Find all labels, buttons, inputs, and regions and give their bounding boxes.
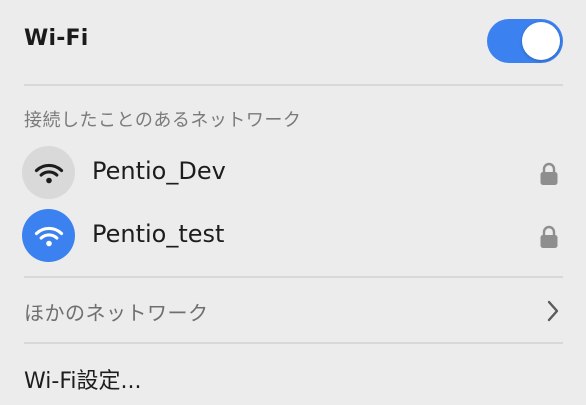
other-networks-item[interactable]: ほかのネットワーク	[0, 288, 586, 334]
lock-icon	[540, 225, 558, 248]
divider	[24, 276, 563, 278]
network-name: Pentio_test	[92, 220, 225, 248]
divider	[24, 84, 563, 86]
wifi-icon	[22, 209, 75, 262]
wifi-settings-label: Wi-Fi設定...	[24, 369, 142, 394]
wifi-title: Wi-Fi	[24, 26, 89, 51]
toggle-knob	[522, 22, 560, 60]
network-item-pentio-dev[interactable]: Pentio_Dev	[0, 143, 586, 203]
chevron-right-icon	[547, 300, 559, 322]
wifi-icon	[22, 146, 75, 199]
divider	[24, 342, 563, 344]
wifi-settings-item[interactable]: Wi-Fi設定...	[0, 352, 586, 402]
other-networks-label: ほかのネットワーク	[24, 301, 209, 325]
wifi-header: Wi-Fi	[0, 0, 586, 84]
wifi-toggle[interactable]	[487, 19, 563, 63]
lock-icon	[540, 162, 558, 185]
wifi-menu-panel: Wi-Fi 接続したことのあるネットワーク Pentio_Dev Pentio_…	[0, 0, 586, 405]
network-name: Pentio_Dev	[92, 157, 226, 185]
known-networks-label: 接続したことのあるネットワーク	[24, 110, 302, 131]
network-item-pentio-test[interactable]: Pentio_test	[0, 206, 586, 266]
